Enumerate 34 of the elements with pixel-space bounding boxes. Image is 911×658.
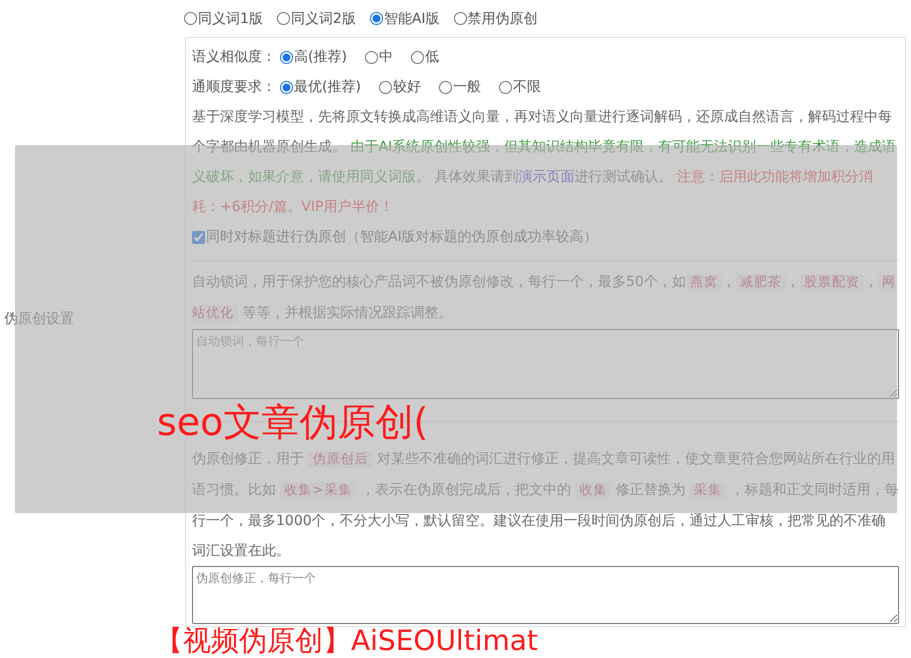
description-paragraph: 自动锁词，用于保护您的核心产品词不被伪原创修改，每行一个，最多50个，如 燕窝 ， 减肥茶 ， 股票配资 ， 网站优化 等等，并根据实际情况跟踪调整。 bbox=[192, 273, 897, 324]
radio-button[interactable] bbox=[378, 80, 392, 94]
radio-button[interactable] bbox=[184, 12, 197, 25]
field-label: 通顺度要求： bbox=[192, 78, 276, 96]
checkbox-label: 同时对标题进行伪原创（智能AI版对标题的伪原创成功率较高） bbox=[206, 228, 598, 246]
demo-link[interactable]: 演示页面 bbox=[518, 169, 574, 185]
radio-label: 不限 bbox=[512, 78, 541, 96]
radio-button[interactable] bbox=[498, 80, 512, 94]
radio-button[interactable] bbox=[280, 80, 293, 94]
field-label: 语义相似度： bbox=[192, 48, 276, 66]
radio-button[interactable] bbox=[276, 12, 290, 25]
radio-label: 最优(推荐) bbox=[294, 78, 361, 96]
radio-label: 中 bbox=[378, 48, 393, 66]
overlay-headline: seo文章伪原创( bbox=[157, 403, 428, 441]
footer-headline: 【视频伪原创】AiSEOUltimat bbox=[155, 627, 538, 655]
radio-button[interactable] bbox=[370, 12, 383, 25]
radio-button[interactable] bbox=[410, 50, 424, 64]
radio-label: 智能AI版 bbox=[384, 10, 440, 28]
section-label: 伪原创设置 bbox=[4, 310, 74, 328]
radio-label: 同义词2版 bbox=[290, 10, 356, 28]
correction-field[interactable]: 伪原创修正，每行一个 bbox=[192, 566, 899, 624]
description-paragraph: 基于深度学习模型，先将原文转换成高维语义向量，再对语义向量进行逐词解码，还原成自然语言，解码过程中每个字都由机器原创生成。 由于AI系统原创性较强，但其知识结构毕竟有限，有可能无法识别一些专有术语，造成语义破坏，如果介意，请使用同义词版。 具体效果请到演示页面进行测试确认。 注意：启用此功能将增加积分消耗：+6积分/篇。VIP用户半价！ bbox=[192, 108, 898, 217]
checkbox[interactable] bbox=[192, 230, 205, 244]
radio-label: 禁用伪原创 bbox=[468, 10, 538, 28]
radio-label: 一般 bbox=[452, 78, 481, 96]
radio-label: 较好 bbox=[392, 78, 421, 96]
radio-button[interactable] bbox=[364, 50, 378, 64]
radio-button[interactable] bbox=[454, 12, 467, 25]
description-paragraph: 伪原创修正，用于 伪原创后 对某些不准确的词汇进行修正，提高文章可读性，使文章更符合您网站所在行业的用语习惯。比如 收集>采集 ，表示在伪原创完成后，把文中的 收集 修正替换为 采集 ，标题和正文同时适用，每行一个，最多1000个，不分大小写，默认留空。建议在使用一段时间伪原创后，通过人工审核，把常见的不准确词汇设置在此。 bbox=[192, 450, 899, 561]
radio-label: 高(推荐) bbox=[294, 48, 347, 66]
radio-button[interactable] bbox=[438, 80, 452, 94]
radio-label: 同义词1版 bbox=[198, 10, 263, 28]
radio-button[interactable] bbox=[280, 50, 293, 64]
radio-label: 低 bbox=[424, 48, 439, 66]
